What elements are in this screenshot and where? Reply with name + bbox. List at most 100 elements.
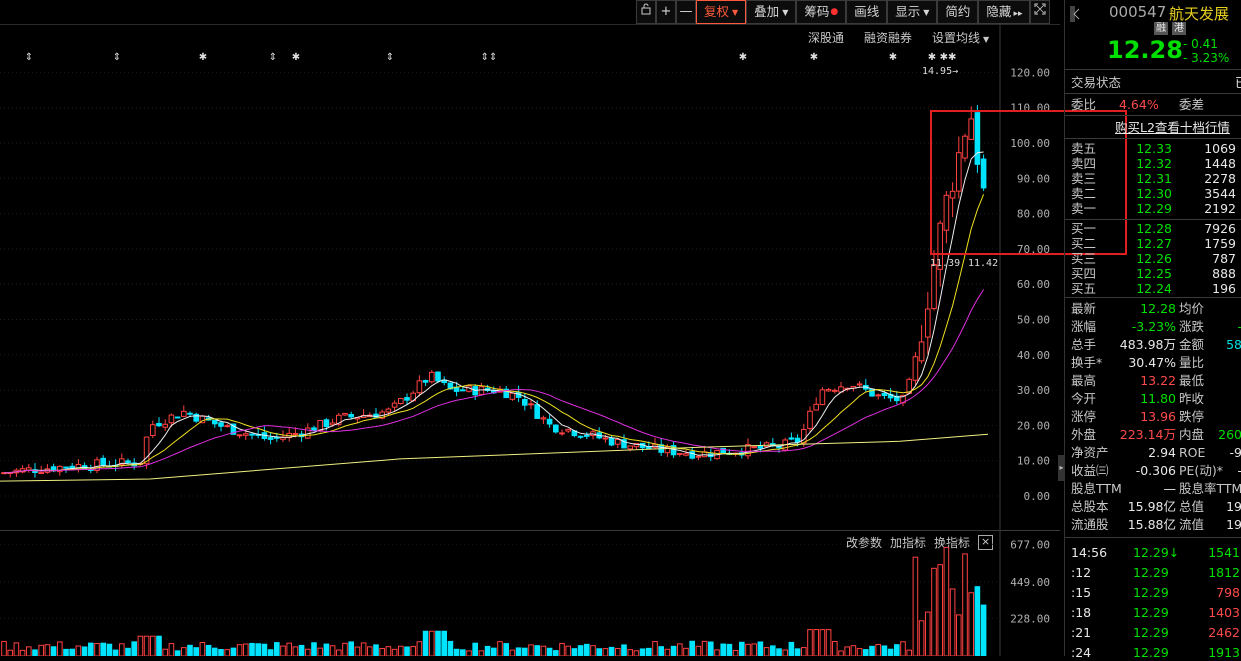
candle-body xyxy=(522,398,528,406)
volume-bar xyxy=(794,648,801,656)
tick-price: 12.29 xyxy=(1133,645,1169,660)
volume-bar xyxy=(807,629,813,656)
weicha-label: 委差 xyxy=(1179,97,1205,112)
stats-row: 总手 483.98万 金额 58 xyxy=(1071,336,1241,353)
stat-value: 223.14万 xyxy=(1119,427,1176,442)
volume-bar xyxy=(813,629,820,656)
volume-bar xyxy=(88,642,94,656)
stats-row: 外盘 223.14万 内盘 260 xyxy=(1071,426,1241,443)
display-dropdown[interactable]: 显示 ▼ xyxy=(887,0,938,24)
candle-body xyxy=(528,403,534,406)
lock-icon[interactable] xyxy=(636,0,656,24)
hk-connect-badge: 港 xyxy=(1172,22,1186,35)
bid-label: 买四 xyxy=(1071,266,1097,281)
bid-volume: 7926 xyxy=(1204,221,1236,236)
candle-body xyxy=(429,371,435,383)
event-marker-icon: ⇕ xyxy=(25,52,33,63)
volume-tick-label: 449.00 xyxy=(1010,576,1050,589)
candle-body xyxy=(509,392,516,400)
stat-value: - xyxy=(1237,462,1241,479)
volume-bar xyxy=(528,644,534,656)
bid-row[interactable]: 买三 12.26 787 xyxy=(1071,251,1241,266)
y-tick-label: 50.00 xyxy=(1017,314,1050,327)
ask-price: 12.29 xyxy=(1136,201,1172,216)
candle-body xyxy=(856,383,863,386)
bid-row[interactable]: 买四 12.25 888 xyxy=(1071,266,1241,281)
fullscreen-icon[interactable] xyxy=(1030,0,1051,24)
ask-row[interactable]: 卖三 12.31 2278 xyxy=(1071,171,1241,186)
volume-bar xyxy=(677,643,683,656)
volume-bar xyxy=(261,643,268,656)
hide-button[interactable]: 隐藏 ▸▸ xyxy=(978,0,1031,24)
stat-value: 15.98亿 xyxy=(1127,499,1176,514)
volume-bar xyxy=(441,630,447,656)
bid-label: 买五 xyxy=(1071,281,1097,296)
zoom-out-button[interactable]: — xyxy=(676,0,696,24)
volume-bar xyxy=(627,649,634,656)
simple-mode-button[interactable]: 简约 xyxy=(937,0,979,24)
candle-body xyxy=(100,457,107,466)
volume-bar xyxy=(515,647,522,656)
volume-bar xyxy=(243,643,249,656)
chip-button[interactable]: 筹码● xyxy=(796,0,847,24)
candle-body xyxy=(385,408,392,413)
volume-bar xyxy=(348,641,354,656)
trade-status-label: 交易状态 xyxy=(1071,75,1122,90)
tick-price: 12.29 xyxy=(1133,585,1169,600)
y-tick-label: 120.00 xyxy=(1010,66,1050,79)
stats-row: 涨幅 -3.23%涨跌 - xyxy=(1071,318,1241,335)
stat-value: 15.88亿 xyxy=(1127,517,1176,532)
bid-volume: 787 xyxy=(1212,251,1236,266)
volume-bar xyxy=(162,648,168,656)
volume-bar xyxy=(900,641,906,656)
volume-bar xyxy=(546,647,553,656)
candle-body xyxy=(813,403,820,411)
zoom-in-button[interactable]: + xyxy=(656,0,676,24)
ask-row[interactable]: 卖四 12.32 1448 xyxy=(1071,156,1241,171)
tick-price: 12.29↓ xyxy=(1133,545,1180,560)
volume-bar xyxy=(292,646,299,656)
volume-bar xyxy=(497,641,503,656)
stat-label: 净资产 xyxy=(1071,445,1109,460)
stat-value: 58 xyxy=(1226,337,1241,352)
volume-bar xyxy=(181,647,187,656)
bid-row[interactable]: 买二 12.27 1759 xyxy=(1071,236,1241,251)
volume-chart[interactable]: 677.00 449.00 228.00 xyxy=(0,530,1060,656)
l2-upgrade-link[interactable]: 购买L2查看十档行情 xyxy=(1115,119,1241,136)
volume-bar xyxy=(13,642,20,656)
volume-bar xyxy=(925,611,931,656)
volume-bar xyxy=(336,649,342,656)
bid-row[interactable]: 买五 12.24 196 xyxy=(1071,281,1241,296)
volume-bar xyxy=(32,649,38,656)
volume-bar xyxy=(974,586,981,656)
back-icon[interactable] xyxy=(1069,4,1081,24)
ask-volume: 2192 xyxy=(1204,201,1236,216)
candlestick-chart[interactable]: 120.00110.00100.0090.0080.0070.0060.0050… xyxy=(0,24,1060,530)
draw-line-button[interactable]: 画线 xyxy=(846,0,888,24)
volume-bar xyxy=(81,646,88,656)
volume-bar xyxy=(311,642,317,656)
stat-label: 流值 xyxy=(1179,517,1205,532)
ask-row[interactable]: 卖二 12.30 3544 xyxy=(1071,186,1241,201)
volume-bar xyxy=(435,630,441,656)
ask-row[interactable]: 卖一 12.29 2192 xyxy=(1071,201,1241,216)
volume-bar xyxy=(875,644,882,656)
ask-price: 12.32 xyxy=(1136,156,1172,171)
bid-row[interactable]: 买一 12.28 7926 xyxy=(1071,221,1241,236)
event-marker-icon: ⇕ xyxy=(269,52,277,63)
volume-bar xyxy=(757,641,764,656)
stat-label: 总值 xyxy=(1179,499,1205,514)
volume-bar xyxy=(980,604,987,656)
bid-price: 12.25 xyxy=(1136,266,1172,281)
ask-label: 卖一 xyxy=(1071,201,1097,216)
overlay-dropdown[interactable]: 叠加 ▼ xyxy=(746,0,797,24)
stat-value: 260 xyxy=(1218,427,1241,442)
event-marker-icon: ✱ xyxy=(292,52,300,63)
candle-body xyxy=(156,422,162,427)
candle-body xyxy=(832,389,838,392)
fuquan-dropdown[interactable]: 复权 ▼ xyxy=(696,0,747,24)
volume-bar xyxy=(819,629,826,656)
ask-row[interactable]: 卖五 12.33 1069 xyxy=(1071,141,1241,156)
volume-bar xyxy=(565,645,572,656)
ask-volume: 1448 xyxy=(1204,156,1236,171)
